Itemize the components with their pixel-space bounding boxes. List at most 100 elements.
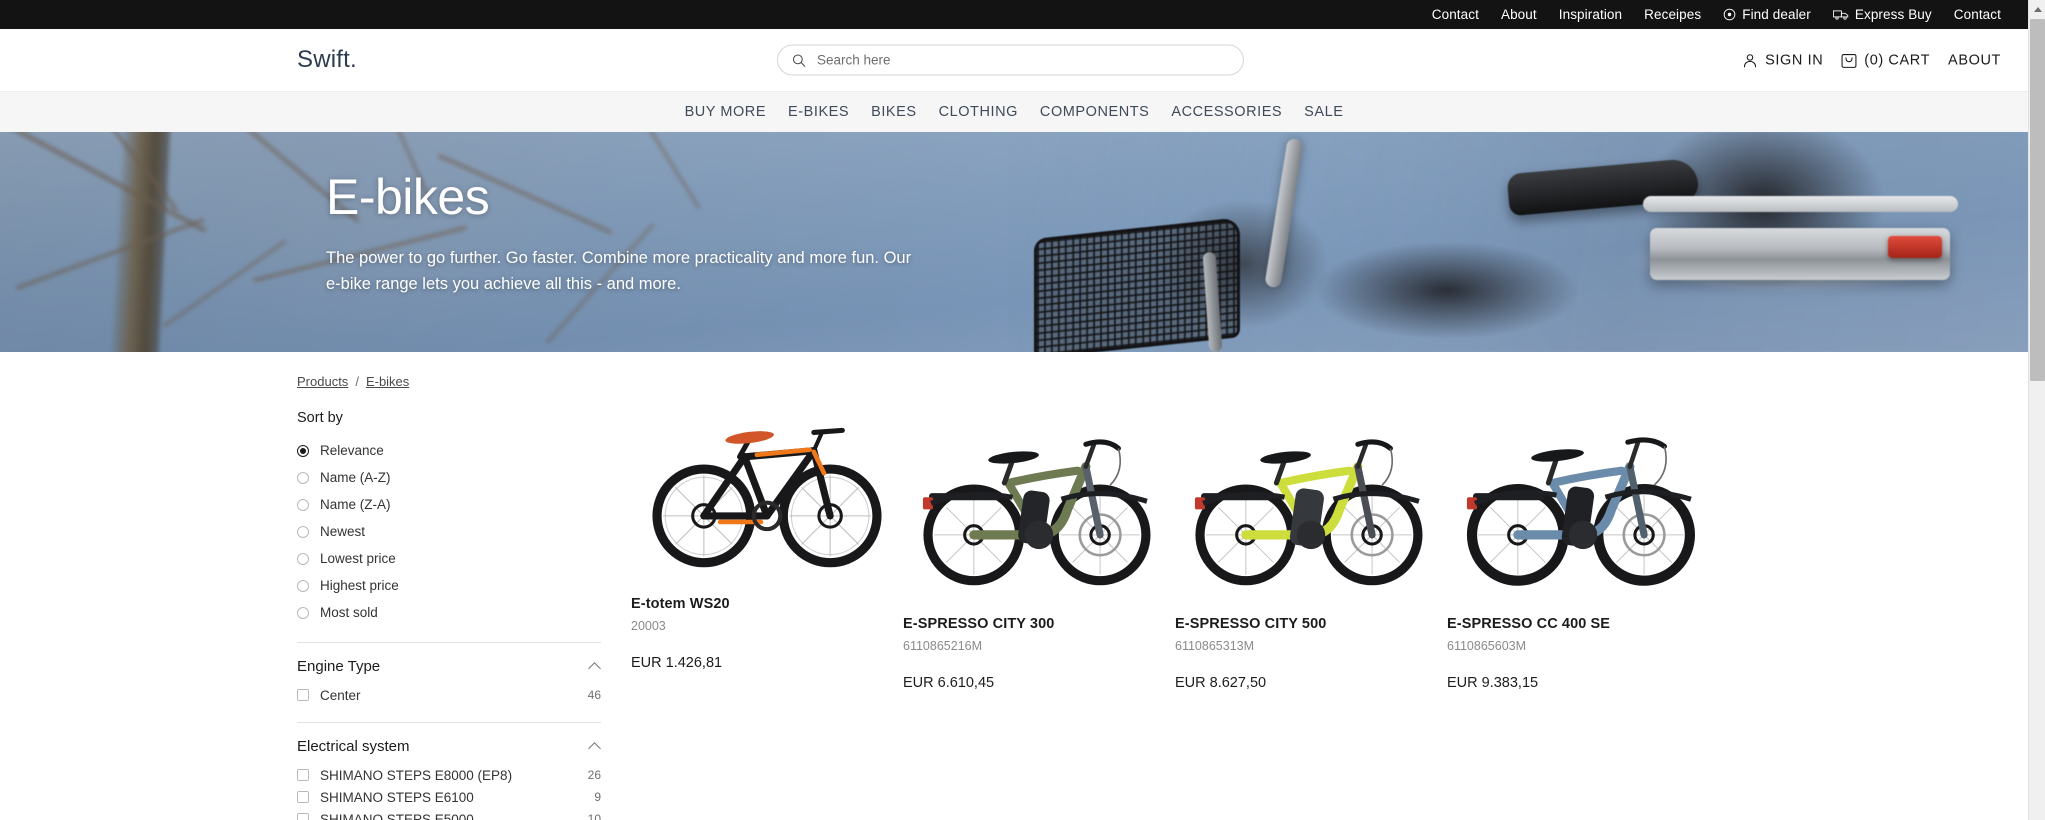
topbar-link-find-dealer[interactable]: Find dealer — [1723, 7, 1811, 22]
sort-option-relevance[interactable]: Relevance — [297, 437, 601, 464]
topbar-link-inspiration[interactable]: Inspiration — [1559, 7, 1622, 22]
nav-item-bikes[interactable]: BIKES — [871, 104, 916, 120]
facet-option-count: 10 — [587, 812, 601, 820]
facet-option-label: SHIMANO STEPS E5000 — [320, 811, 474, 820]
checkbox-icon — [297, 791, 309, 803]
radio-icon — [297, 552, 309, 565]
topbar-link-about[interactable]: About — [1501, 7, 1537, 22]
facet-option-steps-e6100[interactable]: SHIMANO STEPS E6100 9 — [297, 786, 601, 808]
facet-electrical-system-header[interactable]: Electrical system — [297, 738, 601, 755]
facet-engine-type: Engine Type Center 46 — [297, 642, 601, 706]
breadcrumb-item-products[interactable]: Products — [297, 374, 348, 389]
bicycle-step-through-icon — [1466, 437, 1696, 586]
scrollbar-thumb[interactable] — [2030, 19, 2045, 381]
facet-option-count: 9 — [594, 790, 601, 804]
sort-option-name-za[interactable]: Name (Z-A) — [297, 491, 601, 518]
sort-option-lowest-price[interactable]: Lowest price — [297, 545, 601, 572]
facet-engine-type-header[interactable]: Engine Type — [297, 658, 601, 675]
page-content: Products / E-bikes Sort by Relevance Nam… — [0, 352, 2028, 820]
topbar-link-receipes[interactable]: Receipes — [1644, 7, 1701, 22]
sort-option-label: Lowest price — [320, 551, 396, 566]
about-button[interactable]: ABOUT — [1948, 52, 2001, 68]
radio-icon — [297, 444, 309, 457]
product-image[interactable] — [631, 410, 903, 578]
nav-item-clothing[interactable]: CLOTHING — [939, 104, 1018, 120]
product-card[interactable]: E-totem WS20 20003 EUR 1.426,81 — [631, 410, 903, 820]
product-sku: 6110865603M — [1447, 639, 1527, 653]
facet-option-center[interactable]: Center 46 — [297, 684, 601, 706]
checkbox-icon — [297, 769, 309, 781]
topbar-link-label: Inspiration — [1558, 7, 1623, 22]
sort-option-label: Highest price — [320, 578, 399, 593]
product-card[interactable]: E-SPRESSO CC 400 SE 6110865603M EUR 9.38… — [1447, 410, 1719, 820]
sort-option-name-az[interactable]: Name (A-Z) — [297, 464, 601, 491]
vertical-scrollbar[interactable] — [2028, 0, 2045, 820]
product-name[interactable]: E-SPRESSO CC 400 SE — [1447, 616, 1719, 632]
checkbox-icon — [297, 689, 309, 701]
hero-banner: E-bikes The power to go further. Go fast… — [0, 132, 2028, 352]
user-icon — [1744, 53, 1757, 67]
radio-icon — [297, 579, 309, 592]
scroll-up-arrow-icon[interactable] — [2029, 0, 2045, 18]
product-name[interactable]: E-SPRESSO CITY 300 — [903, 616, 1175, 632]
site-header: Swift. Search here SIGN IN (0) CART ABOU… — [0, 29, 2028, 91]
breadcrumb: Products / E-bikes — [297, 374, 409, 389]
topbar-link-contact-1[interactable]: Contact — [1432, 7, 1479, 22]
product-price: EUR 1.426,81 — [631, 655, 723, 671]
browser-viewport: Contact About Inspiration Receipes Find … — [0, 0, 2028, 820]
site-logo[interactable]: Swift. — [297, 46, 357, 74]
facet-title: Engine Type — [297, 658, 381, 675]
nav-item-sale[interactable]: SALE — [1304, 104, 1343, 120]
cart-button[interactable]: (0) CART — [1841, 52, 1930, 69]
main-navigation: BUY MORE E-BIKES BIKES CLOTHING COMPONEN… — [0, 91, 2028, 132]
chevron-up-icon — [590, 661, 601, 672]
facet-option-steps-e8000[interactable]: SHIMANO STEPS E8000 (EP8) 26 — [297, 764, 601, 786]
sort-option-highest-price[interactable]: Highest price — [297, 572, 601, 599]
sign-in-button[interactable]: SIGN IN — [1742, 52, 1823, 68]
breadcrumb-separator: / — [355, 374, 359, 389]
product-card[interactable]: E-SPRESSO CITY 500 6110865313M EUR 8.627… — [1175, 410, 1447, 820]
topbar-link-contact-2[interactable]: Contact — [1954, 7, 2001, 22]
cart-bag-icon — [1841, 54, 1857, 68]
radio-icon — [297, 498, 309, 511]
product-name[interactable]: E-SPRESSO CITY 500 — [1175, 616, 1447, 632]
search-input[interactable]: Search here — [777, 44, 1244, 76]
nav-item-accessories[interactable]: ACCESSORIES — [1171, 104, 1282, 120]
breadcrumb-item-e-bikes[interactable]: E-bikes — [366, 374, 409, 389]
sort-option-most-sold[interactable]: Most sold — [297, 599, 601, 626]
sort-by-title: Sort by — [297, 410, 343, 426]
topbar-link-label: About — [1500, 7, 1537, 22]
product-image[interactable] — [1447, 430, 1719, 598]
product-name[interactable]: E-totem WS20 — [631, 596, 903, 612]
radio-icon — [297, 471, 309, 484]
facet-title: Electrical system — [297, 738, 410, 755]
utility-topbar: Contact About Inspiration Receipes Find … — [0, 0, 2028, 29]
nav-item-buy-more[interactable]: BUY MORE — [685, 104, 766, 120]
hero-background-image — [0, 132, 2028, 352]
facet-option-label: SHIMANO STEPS E8000 (EP8) — [320, 767, 513, 783]
product-image[interactable] — [903, 430, 1175, 598]
sort-option-newest[interactable]: Newest — [297, 518, 601, 545]
product-grid: E-totem WS20 20003 EUR 1.426,81 E-SPRESS… — [631, 410, 2028, 820]
product-sku: 6110865313M — [1175, 639, 1255, 653]
topbar-link-label: Express Buy — [1854, 7, 1932, 22]
product-price: EUR 8.627,50 — [1175, 675, 1267, 691]
filter-sidebar: Sort by Relevance Name (A-Z) Name (Z-A) … — [297, 410, 631, 820]
nav-item-e-bikes[interactable]: E-BIKES — [788, 104, 849, 120]
product-price: EUR 6.610,45 — [903, 675, 995, 691]
product-sku: 6110865216M — [903, 639, 983, 653]
topbar-link-label: Receipes — [1644, 7, 1702, 22]
about-label: ABOUT — [1948, 52, 2001, 68]
product-image[interactable] — [1175, 430, 1447, 598]
truck-icon — [1832, 10, 1849, 20]
facet-option-steps-e5000[interactable]: SHIMANO STEPS E5000 10 — [297, 808, 601, 820]
sort-option-label: Newest — [320, 524, 366, 539]
chevron-up-icon — [590, 741, 601, 752]
radio-icon — [297, 525, 309, 538]
sort-option-label: Name (Z-A) — [320, 497, 391, 512]
topbar-link-express-buy[interactable]: Express Buy — [1832, 7, 1932, 22]
utility-links: Contact About Inspiration Receipes Find … — [1432, 7, 2001, 22]
product-card[interactable]: E-SPRESSO CITY 300 6110865216M EUR 6.610… — [903, 410, 1175, 820]
sort-option-label: Most sold — [320, 605, 378, 620]
nav-item-components[interactable]: COMPONENTS — [1040, 104, 1149, 120]
